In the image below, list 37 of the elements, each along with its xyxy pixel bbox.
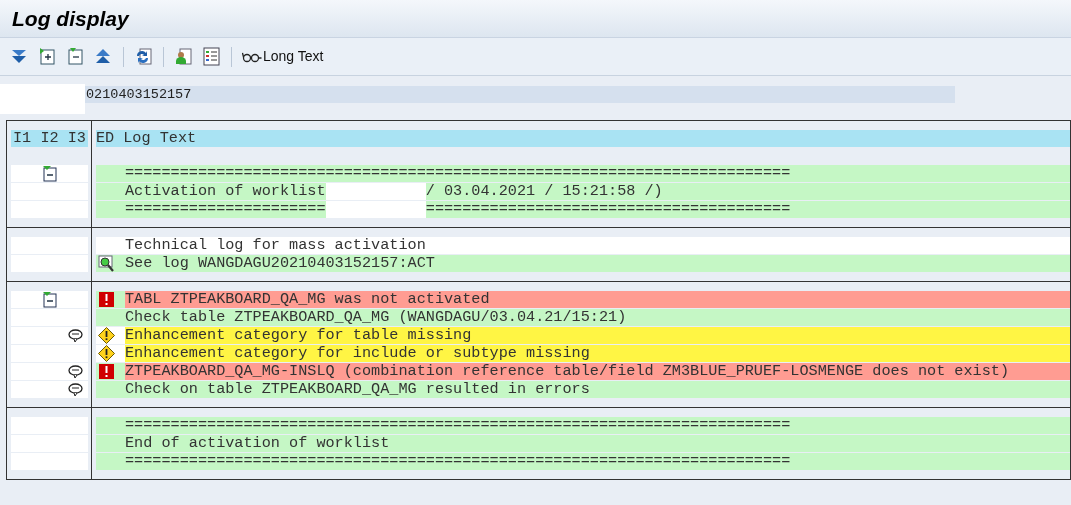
speech-bubble-icon[interactable] [67, 382, 83, 397]
log-text: ZTPEAKBOARD_QA_MG-INSLQ (combination reference table/field ZM3BLUE_PRUEF-LOSMENGE does not exist) [125, 363, 1010, 380]
log-text: ========================================================================= [125, 453, 791, 470]
log-text: TABL ZTPEAKBOARD_QA_MG was not activated [125, 291, 490, 308]
refresh-icon[interactable] [134, 47, 153, 66]
expand-document-icon[interactable] [38, 47, 57, 66]
speech-bubble-icon[interactable] [67, 328, 83, 343]
log-text: Enhancement category for include or subtype missing [125, 345, 590, 362]
log-text: Check on table ZTPEAKBOARD_QA_MG resulted in errors [125, 381, 590, 398]
chevrons-up-icon[interactable] [94, 47, 113, 66]
magnifier-icon[interactable] [98, 255, 115, 272]
document-node-icon[interactable] [41, 165, 58, 182]
log-link[interactable]: See log WANGDAGU20210403152157:ACT [125, 255, 435, 272]
column-header: I3 [67, 130, 86, 147]
window-title: Log display [12, 5, 129, 32]
collapse-document-icon[interactable] [66, 47, 85, 66]
column-header: Log Text [123, 130, 197, 147]
log-text: Enhancement category for table missing [125, 327, 472, 344]
long-text-button[interactable]: Long Text [240, 46, 326, 67]
log-text: ========================================================================= [125, 165, 791, 182]
log-text: Technical log for mass activation [125, 237, 426, 254]
log-text: Activation of worklist [125, 183, 326, 200]
column-header: ED [96, 130, 115, 147]
document-node-icon[interactable] [41, 291, 58, 308]
log-text: ======================================== [425, 201, 791, 218]
column-header: I2 [40, 130, 59, 147]
person-document-icon[interactable] [174, 47, 193, 66]
list-document-icon[interactable] [202, 47, 221, 66]
column-header: I1 [13, 130, 32, 147]
header-field: 0210403152157 [85, 86, 955, 103]
log-text: End of activation of worklist [125, 435, 390, 452]
log-text: Check table ZTPEAKBOARD_QA_MG (WANGDAGU/03.04.21/15:21) [125, 309, 627, 326]
log-text: ====================== [125, 201, 326, 218]
log-text: ========================================================================= [125, 417, 791, 434]
speech-bubble-icon[interactable] [67, 364, 83, 379]
log-text: / 03.04.2021 / 15:21:58 /) [425, 183, 663, 200]
chevrons-down-icon[interactable] [10, 47, 29, 66]
